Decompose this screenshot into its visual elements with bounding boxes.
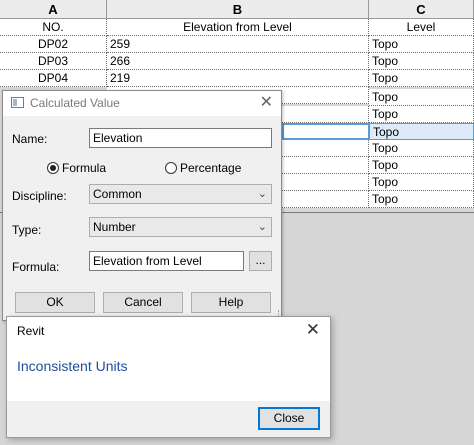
cell-level[interactable]: Topo bbox=[369, 89, 474, 106]
column-header-a[interactable]: A bbox=[0, 0, 107, 19]
chevron-down-icon: ⌄ bbox=[257, 188, 267, 200]
cell-no[interactable]: DP03 bbox=[0, 53, 107, 70]
cell-elevation[interactable]: 219 bbox=[107, 70, 369, 87]
type-label: Type: bbox=[12, 223, 42, 237]
message-title: Revit bbox=[17, 324, 45, 338]
cell-level[interactable]: Topo bbox=[369, 140, 474, 157]
type-value: Number bbox=[93, 220, 136, 234]
cell-level[interactable]: Topo bbox=[369, 70, 474, 87]
help-button[interactable]: Help bbox=[191, 292, 271, 313]
dialog-title-bar[interactable]: Calculated Value ✕ bbox=[3, 91, 281, 116]
cell-elevation-active[interactable] bbox=[282, 123, 370, 140]
cell-level[interactable]: Topo bbox=[369, 174, 474, 191]
discipline-value: Common bbox=[93, 187, 142, 201]
revit-message-box: Revit ✕ Inconsistent Units Close bbox=[6, 316, 331, 438]
formula-browse-button[interactable]: ... bbox=[249, 251, 272, 271]
radio-unselected-icon bbox=[165, 162, 177, 174]
cell-level[interactable]: Topo bbox=[369, 157, 474, 174]
cancel-button[interactable]: Cancel bbox=[103, 292, 183, 313]
cell-level[interactable]: Topo bbox=[369, 53, 474, 70]
schedule-icon bbox=[11, 97, 24, 108]
close-icon[interactable]: ✕ bbox=[306, 321, 320, 339]
cell-level[interactable]: Topo bbox=[369, 106, 474, 123]
cell-level-selected[interactable]: Topo bbox=[369, 123, 474, 140]
column-header-b[interactable]: B bbox=[107, 0, 369, 19]
type-select[interactable]: Number ⌄ bbox=[89, 217, 272, 237]
name-input[interactable]: Elevation bbox=[89, 128, 272, 148]
formula-radio[interactable]: Formula bbox=[47, 161, 106, 175]
radio-selected-icon bbox=[47, 162, 59, 174]
header-elevation-from-level[interactable]: Elevation from Level bbox=[107, 19, 369, 36]
chevron-down-icon: ⌄ bbox=[257, 221, 267, 233]
dialog-title: Calculated Value bbox=[30, 96, 120, 110]
discipline-select[interactable]: Common ⌄ bbox=[89, 184, 272, 204]
cell-elevation[interactable] bbox=[282, 174, 369, 191]
calculated-value-dialog: Calculated Value ✕ Name: Elevation Formu… bbox=[2, 90, 282, 321]
close-icon[interactable]: ✕ bbox=[260, 94, 273, 112]
ok-button[interactable]: OK bbox=[15, 292, 95, 313]
cell-elevation[interactable]: 259 bbox=[107, 36, 369, 53]
formula-radio-label: Formula bbox=[62, 161, 107, 175]
cell-elevation[interactable] bbox=[282, 157, 369, 174]
cell-elevation[interactable] bbox=[282, 140, 369, 157]
cell-level[interactable]: Topo bbox=[369, 191, 474, 208]
cell-no[interactable]: DP04 bbox=[0, 70, 107, 87]
formula-input[interactable]: Elevation from Level bbox=[89, 251, 244, 271]
message-footer: Close bbox=[7, 401, 330, 437]
discipline-label: Discipline: bbox=[12, 189, 67, 203]
cell-level[interactable]: Topo bbox=[369, 36, 474, 53]
close-button[interactable]: Close bbox=[258, 407, 320, 430]
name-label: Name: bbox=[12, 132, 48, 146]
cell-elevation[interactable] bbox=[282, 191, 369, 208]
percentage-radio[interactable]: Percentage bbox=[165, 161, 241, 175]
percentage-radio-label: Percentage bbox=[180, 161, 242, 175]
header-level[interactable]: Level bbox=[369, 19, 474, 36]
formula-label: Formula: bbox=[12, 260, 60, 274]
cell-elevation[interactable]: 266 bbox=[107, 53, 369, 70]
message-text: Inconsistent Units bbox=[17, 358, 128, 374]
column-header-c[interactable]: C bbox=[369, 0, 474, 19]
header-no[interactable]: NO. bbox=[0, 19, 107, 36]
cell-no[interactable]: DP02 bbox=[0, 36, 107, 53]
